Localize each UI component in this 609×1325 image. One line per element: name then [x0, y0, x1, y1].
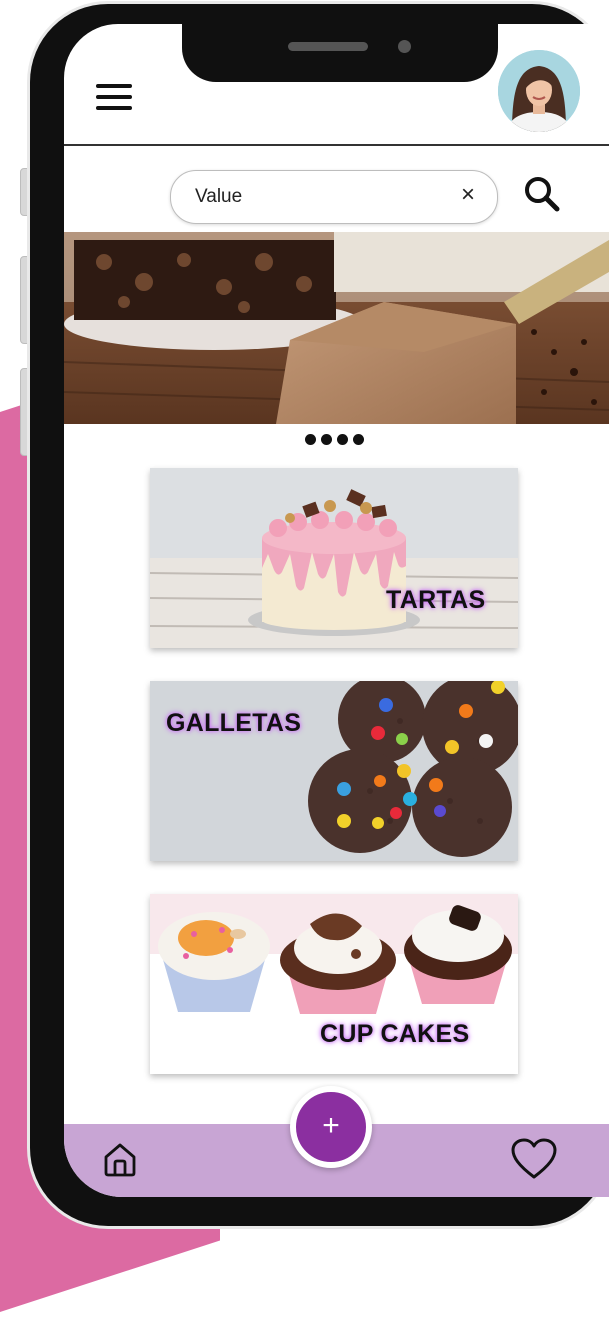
search-icon[interactable]	[519, 172, 565, 218]
category-label: GALLETAS	[166, 709, 302, 737]
category-label: CUP CAKES	[320, 1020, 470, 1048]
heart-icon[interactable]	[510, 1137, 558, 1181]
add-button[interactable]: +	[290, 1086, 372, 1168]
carousel-indicator[interactable]	[305, 434, 364, 445]
carousel-dot[interactable]	[305, 434, 316, 445]
cake-image	[150, 468, 518, 648]
header-divider	[64, 144, 609, 146]
phone-notch	[182, 24, 498, 82]
carousel-dot[interactable]	[321, 434, 332, 445]
home-icon[interactable]	[100, 1139, 140, 1179]
speaker-grille	[288, 42, 368, 51]
carousel-dot[interactable]	[353, 434, 364, 445]
clear-search-icon[interactable]: ×	[461, 183, 475, 207]
category-card-galletas[interactable]: GALLETAS	[150, 681, 518, 861]
category-label: TARTAS	[386, 586, 486, 614]
app-screen: Value × TARTAS GALLETAS CUP CAKES +	[64, 24, 609, 1197]
hamburger-menu-icon[interactable]	[94, 80, 134, 114]
carousel-dot[interactable]	[337, 434, 348, 445]
avatar[interactable]	[498, 50, 580, 132]
cookies-image	[150, 681, 518, 861]
category-card-cup-cakes[interactable]: CUP CAKES	[150, 894, 518, 1074]
category-card-tartas[interactable]: TARTAS	[150, 468, 518, 648]
featured-banner-image[interactable]	[64, 232, 609, 424]
search-input[interactable]: Value ×	[170, 170, 498, 224]
front-camera	[398, 40, 411, 53]
search-input-value[interactable]: Value	[195, 186, 242, 208]
